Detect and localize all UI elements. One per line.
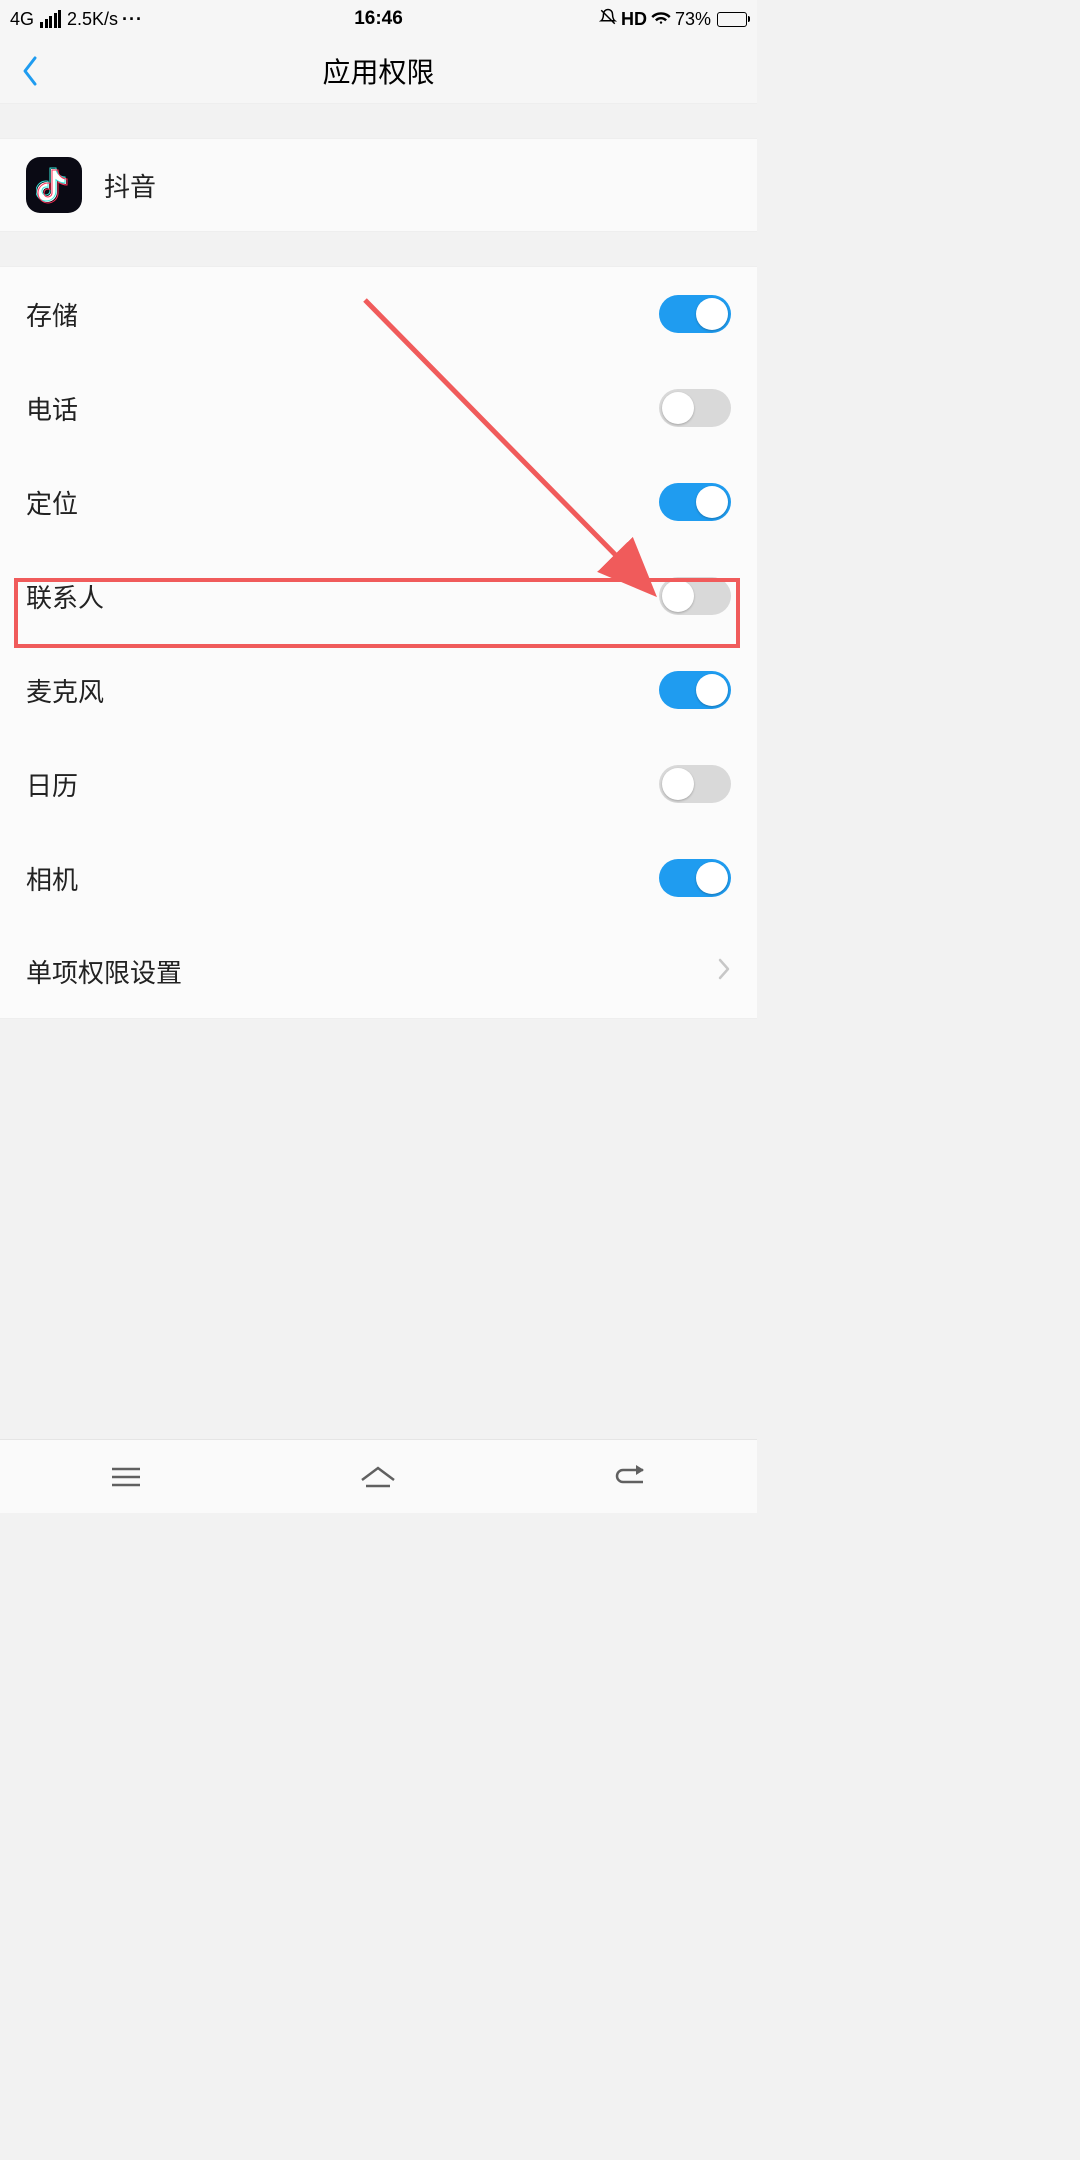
chevron-left-icon	[20, 54, 40, 88]
battery-percent: 73%	[675, 9, 711, 30]
permission-storage: 存储	[0, 267, 757, 361]
chevron-right-icon	[717, 957, 731, 986]
nav-back-button[interactable]	[591, 1452, 671, 1502]
page-title: 应用权限	[322, 51, 434, 91]
single-permission-settings[interactable]: 单项权限设置	[0, 925, 757, 1019]
status-right: HD 73%	[599, 8, 747, 31]
toggle-phone[interactable]	[659, 389, 731, 427]
toggle-location[interactable]	[659, 483, 731, 521]
link-label: 单项权限设置	[26, 953, 182, 990]
signal-icon	[40, 10, 61, 28]
permission-label: 日历	[26, 766, 78, 803]
menu-icon	[108, 1463, 144, 1491]
mute-icon	[599, 8, 617, 31]
permission-calendar: 日历	[0, 737, 757, 831]
status-left: 4G 2.5K/s ···	[10, 9, 143, 30]
nav-home-button[interactable]	[338, 1452, 418, 1502]
status-bar: 4G 2.5K/s ··· 16:46 HD 73%	[0, 0, 757, 38]
permission-list: 存储 电话 定位 联系人 麦克风 日历 相机 单项权限设置	[0, 266, 757, 1019]
toggle-contacts[interactable]	[659, 577, 731, 615]
nav-recent-button[interactable]	[86, 1452, 166, 1502]
battery-icon	[717, 12, 747, 27]
status-time: 16:46	[354, 8, 403, 30]
network-type: 4G	[10, 9, 34, 30]
back-icon	[611, 1462, 651, 1492]
permission-camera: 相机	[0, 831, 757, 925]
permission-contacts: 联系人	[0, 549, 757, 643]
system-nav-bar	[0, 1439, 757, 1513]
permission-label: 电话	[26, 390, 78, 427]
permission-phone: 电话	[0, 361, 757, 455]
more-dots: ···	[122, 9, 143, 30]
app-row: 抖音	[0, 138, 757, 232]
header: 应用权限	[0, 38, 757, 104]
toggle-camera[interactable]	[659, 859, 731, 897]
toggle-storage[interactable]	[659, 295, 731, 333]
permission-label: 存储	[26, 296, 78, 333]
permission-label: 麦克风	[26, 672, 104, 709]
back-button[interactable]	[0, 38, 60, 103]
home-icon	[358, 1462, 398, 1492]
permission-location: 定位	[0, 455, 757, 549]
section-gap	[0, 104, 757, 138]
app-name: 抖音	[104, 167, 156, 204]
section-gap	[0, 232, 757, 266]
toggle-calendar[interactable]	[659, 765, 731, 803]
permission-label: 相机	[26, 860, 78, 897]
wifi-icon	[651, 9, 671, 30]
network-speed: 2.5K/s	[67, 9, 118, 30]
toggle-microphone[interactable]	[659, 671, 731, 709]
permission-label: 联系人	[26, 578, 104, 615]
app-icon-douyin	[26, 157, 82, 213]
hd-label: HD	[621, 9, 647, 30]
permission-label: 定位	[26, 484, 78, 521]
permission-microphone: 麦克风	[0, 643, 757, 737]
